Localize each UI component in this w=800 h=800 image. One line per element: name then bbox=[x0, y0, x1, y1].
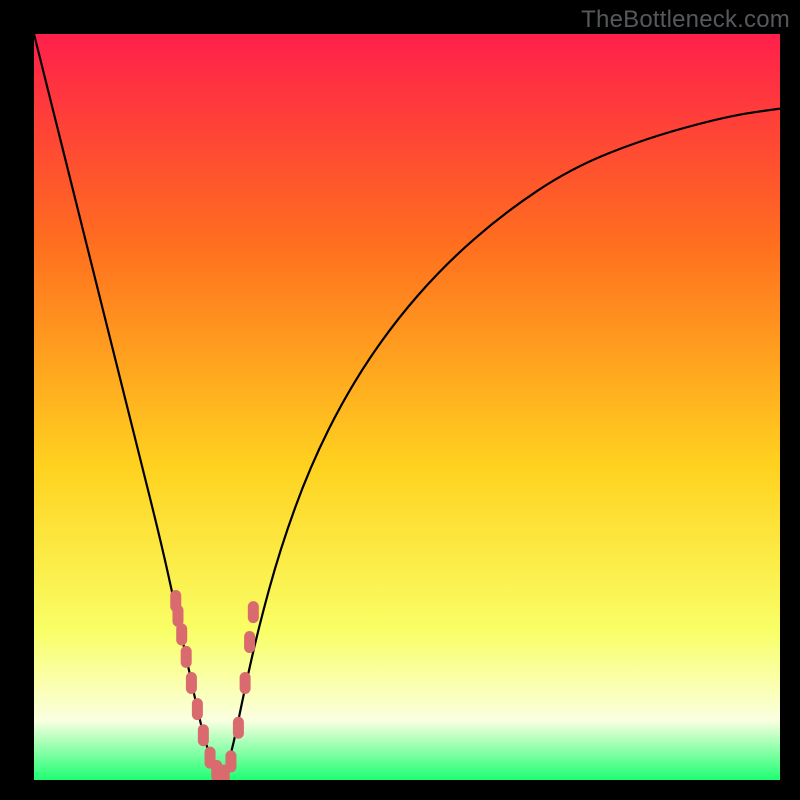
highlight-marker bbox=[181, 646, 192, 668]
highlight-marker bbox=[248, 601, 259, 623]
highlight-marker bbox=[244, 631, 255, 653]
highlight-marker bbox=[198, 724, 209, 746]
highlight-marker bbox=[192, 698, 203, 720]
chart-frame: TheBottleneck.com bbox=[0, 0, 800, 800]
highlight-marker bbox=[240, 672, 251, 694]
highlight-marker bbox=[233, 717, 244, 739]
highlight-marker bbox=[225, 750, 236, 772]
chart-background bbox=[34, 34, 780, 780]
watermark-text: TheBottleneck.com bbox=[581, 6, 790, 34]
bottleneck-chart bbox=[34, 34, 780, 780]
highlight-marker bbox=[186, 672, 197, 694]
highlight-marker bbox=[176, 624, 187, 646]
